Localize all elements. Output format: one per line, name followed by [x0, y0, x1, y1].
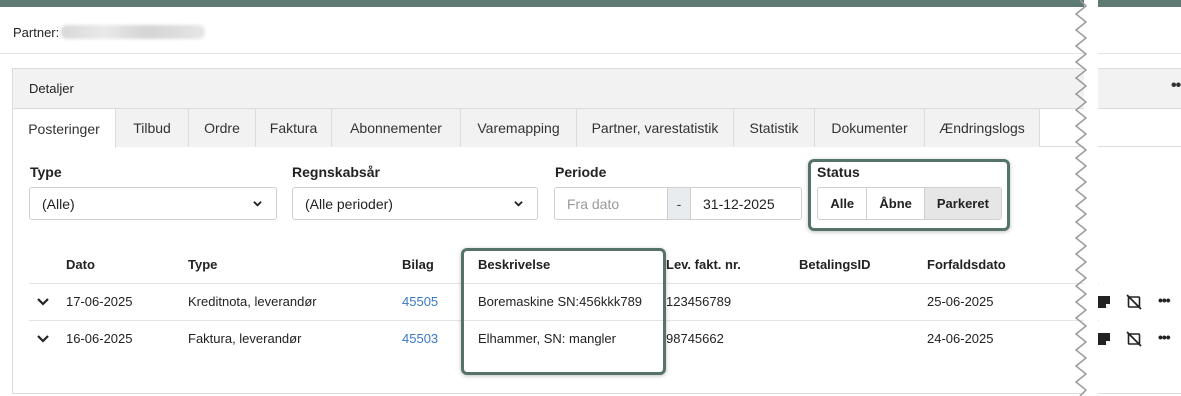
to-date-value: 31-12-2025: [703, 195, 775, 212]
tab-varemapping[interactable]: Varemapping: [461, 109, 577, 147]
row-divider: [29, 320, 1099, 321]
divider: [0, 53, 1181, 54]
column-header-betalingsid[interactable]: BetalingsID: [799, 257, 871, 272]
torn-edge-divider: [1074, 0, 1098, 396]
row-1-bilag-link[interactable]: 45505: [402, 294, 438, 309]
row-1-forfaldsdato: 25-06-2025: [927, 294, 994, 309]
year-filter-label: Regnskabsår: [292, 164, 380, 180]
row-1-type: Kreditnota, leverandør: [188, 294, 317, 309]
row-2-forfaldsdato: 24-06-2025: [927, 331, 994, 346]
period-filter-label: Periode: [555, 164, 607, 180]
tab-tilbud[interactable]: Tilbud: [116, 109, 189, 147]
tab-dokumenter[interactable]: Dokumenter: [815, 109, 925, 147]
column-header-dato[interactable]: Dato: [66, 257, 95, 272]
tab-aendringslogs[interactable]: Ændringslogs: [925, 109, 1040, 147]
unpark-icon[interactable]: [1126, 331, 1142, 347]
row-1-lev-fakt-nr: 123456789: [666, 294, 732, 309]
partner-label: Partner:: [13, 24, 60, 40]
to-date-input[interactable]: 31-12-2025: [690, 187, 802, 220]
card-title: Detaljer: [29, 81, 74, 96]
tab-statistik[interactable]: Statistik: [734, 109, 815, 147]
status-alle-button[interactable]: Alle: [818, 188, 868, 219]
chevron-down-icon: [253, 201, 262, 207]
row-2-beskrivelse: Elhammer, SN: mangler: [478, 331, 616, 346]
type-select-value: (Alle): [42, 195, 75, 212]
tab-partner-varestatistik[interactable]: Partner, varestatistik: [577, 109, 734, 147]
partner-row: Partner:: [13, 22, 206, 42]
chevron-down-icon: [514, 201, 523, 207]
chevron-down-icon[interactable]: [36, 332, 50, 346]
row-2-lev-fakt-nr: 98745662: [666, 331, 724, 346]
column-header-lev-fakt-nr[interactable]: Lev. fakt. nr.: [666, 257, 741, 272]
type-select[interactable]: (Alle): [29, 187, 277, 220]
from-date-placeholder: Fra dato: [567, 195, 620, 212]
column-header-forfaldsdato[interactable]: Forfaldsdato: [927, 257, 1006, 272]
partner-name-redacted: [61, 25, 206, 39]
row-1-dato: 17-06-2025: [66, 294, 133, 309]
status-button-group: Alle Åbne Parkeret: [817, 187, 1002, 220]
year-select-value: (Alle perioder): [305, 195, 393, 212]
status-parkeret-button[interactable]: Parkeret: [924, 188, 1001, 219]
tab-ordre[interactable]: Ordre: [189, 109, 256, 147]
note-icon[interactable]: [1096, 294, 1112, 310]
more-dots-icon[interactable]: •••: [1158, 292, 1174, 308]
row-2-dato: 16-06-2025: [66, 331, 133, 346]
top-bar: [0, 0, 1181, 7]
period-separator: -: [668, 187, 690, 220]
year-select[interactable]: (Alle perioder): [292, 187, 538, 220]
column-header-bilag[interactable]: Bilag: [402, 257, 434, 272]
from-date-input[interactable]: Fra dato: [554, 187, 668, 220]
unpark-icon[interactable]: [1126, 294, 1142, 310]
type-filter-label: Type: [30, 164, 62, 180]
status-aabne-button[interactable]: Åbne: [867, 188, 925, 219]
card-header: Detaljer ••: [13, 69, 1181, 109]
tab-faktura[interactable]: Faktura: [256, 109, 332, 147]
row-2-bilag-link[interactable]: 45503: [402, 331, 438, 346]
column-header-beskrivelse[interactable]: Beskrivelse: [478, 257, 550, 272]
note-icon[interactable]: [1096, 331, 1112, 347]
more-dots-icon[interactable]: •••: [1158, 329, 1174, 345]
column-header-type[interactable]: Type: [188, 257, 217, 272]
tab-bar: Posteringer Tilbud Ordre Faktura Abonnem…: [13, 109, 1181, 148]
tab-abonnementer[interactable]: Abonnementer: [332, 109, 461, 147]
tab-posteringer[interactable]: Posteringer: [13, 109, 116, 148]
more-dots-icon[interactable]: ••: [1171, 77, 1181, 95]
chevron-down-icon[interactable]: [36, 295, 50, 309]
row-divider: [29, 283, 1099, 284]
status-filter-label: Status: [817, 164, 860, 180]
row-1-beskrivelse: Boremaskine SN:456kkk789: [478, 294, 643, 309]
row-2-type: Faktura, leverandør: [188, 331, 302, 346]
